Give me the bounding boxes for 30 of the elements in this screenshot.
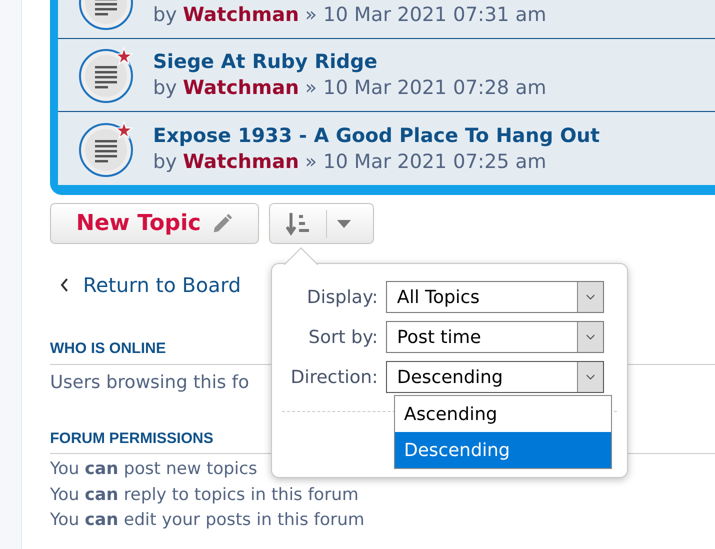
dropdown-option[interactable]: Descending	[395, 432, 611, 468]
author-link[interactable]: Watchman	[182, 2, 300, 28]
topic-row[interactable]: Siege At Ruby Ridge by Watchman » 10 Mar 2021 07:28 am	[58, 39, 715, 112]
field-label: Display:	[306, 286, 379, 310]
sort-descending-icon	[286, 210, 312, 236]
new-topic-button[interactable]: New Topic	[50, 203, 259, 244]
topic-title[interactable]: Siege At Ruby Ridge	[153, 49, 546, 75]
select-field[interactable]: All Topics	[386, 281, 604, 313]
author-link[interactable]: Watchman	[182, 75, 300, 101]
permission-text: You can post new topics	[50, 458, 258, 481]
post-date: » 10 Mar 2021 07:31 am	[305, 2, 546, 28]
select-field[interactable]: Post time	[386, 321, 604, 353]
permission-text: You can edit your posts in this forum	[50, 509, 364, 532]
by-label: by	[153, 75, 177, 101]
author-link[interactable]: Watchman	[182, 148, 300, 174]
return-link[interactable]: Return to Board	[83, 270, 241, 300]
by-label: by	[153, 2, 177, 28]
sort-options-button[interactable]	[269, 203, 374, 244]
online-users-text: Users browsing this fo	[50, 370, 250, 394]
chevron-left-icon	[60, 278, 69, 292]
topic-row[interactable]: by Watchman » 10 Mar 2021 07:31 am	[58, 0, 715, 39]
select-field[interactable]: Descending	[386, 361, 604, 393]
post-date: » 10 Mar 2021 07:28 am	[305, 75, 546, 101]
field-label: Direction:	[290, 366, 379, 390]
by-label: by	[153, 148, 177, 174]
post-date: » 10 Mar 2021 07:25 am	[305, 148, 546, 174]
permission-text: You can reply to topics in this forum	[50, 484, 359, 506]
caret-icon	[337, 220, 351, 228]
topic-title[interactable]: Expose 1933 - A Good Place To Hang Out	[153, 122, 600, 148]
topic-row[interactable]: Expose 1933 - A Good Place To Hang Out by Watchman » 10 Mar 2021 07:25 am	[58, 112, 715, 185]
